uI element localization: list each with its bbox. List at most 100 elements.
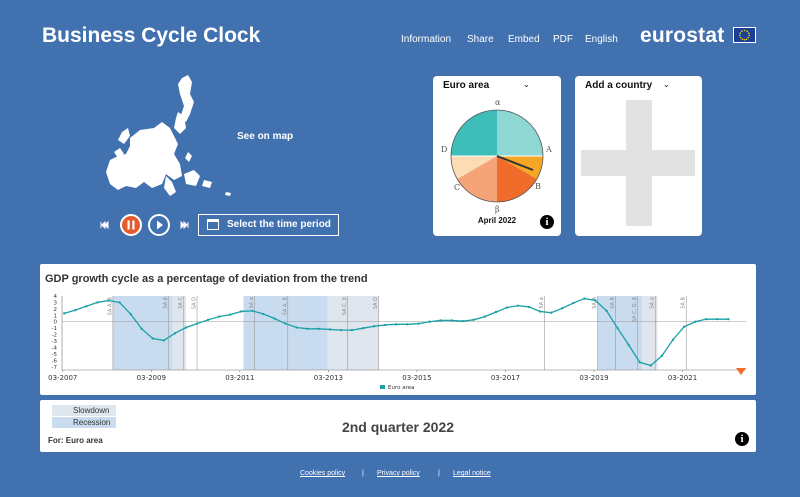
info-icon[interactable]: i bbox=[540, 215, 554, 229]
data-point bbox=[217, 315, 221, 318]
data-point bbox=[74, 308, 77, 312]
for-country-label: For: Euro area bbox=[48, 436, 103, 445]
y-tick-label: 4 bbox=[54, 294, 58, 300]
data-point bbox=[638, 361, 641, 364]
data-point bbox=[63, 312, 66, 315]
x-tick-label: 03-2011 bbox=[225, 374, 254, 382]
phase-marker-label: SA B bbox=[610, 296, 616, 308]
data-point bbox=[195, 322, 199, 325]
y-tick-label: -3 bbox=[52, 339, 58, 345]
see-on-map-link[interactable]: See on map bbox=[237, 131, 293, 142]
data-point bbox=[417, 322, 420, 325]
play-button[interactable] bbox=[148, 214, 170, 236]
nav-language[interactable]: English bbox=[585, 34, 618, 45]
x-tick-label: 03-2007 bbox=[48, 374, 77, 382]
privacy-policy-link[interactable]: Privacy policy bbox=[377, 470, 420, 477]
phase-marker-label: SA C bbox=[178, 297, 184, 309]
eu-flag-icon bbox=[733, 27, 756, 43]
legal-notice-link[interactable]: Legal notice bbox=[453, 470, 491, 477]
country-select[interactable]: Euro area bbox=[443, 80, 489, 91]
x-tick-label: 03-2015 bbox=[402, 374, 431, 382]
y-tick-label: -6 bbox=[52, 358, 58, 364]
nav-embed[interactable]: Embed bbox=[508, 34, 540, 45]
data-point bbox=[605, 309, 608, 312]
pause-button[interactable] bbox=[120, 214, 142, 236]
legend-label: Euro area bbox=[388, 385, 414, 391]
y-tick-label: -7 bbox=[52, 365, 58, 371]
time-cursor-marker bbox=[736, 368, 746, 375]
skip-back-button[interactable] bbox=[100, 214, 110, 236]
data-point bbox=[450, 319, 453, 322]
data-point bbox=[616, 326, 619, 330]
legend-swatch bbox=[380, 385, 385, 389]
data-point bbox=[251, 309, 254, 312]
data-point bbox=[494, 310, 498, 314]
phase-marker-label: SA α bbox=[650, 296, 656, 308]
phase-marker-label: SA C, β bbox=[342, 297, 348, 315]
data-point bbox=[727, 317, 730, 321]
data-point bbox=[550, 311, 553, 314]
data-point bbox=[472, 318, 475, 322]
info-icon[interactable]: i bbox=[735, 432, 749, 446]
data-point bbox=[516, 304, 520, 307]
data-point bbox=[406, 323, 409, 326]
data-point bbox=[273, 317, 276, 320]
eurostat-logo[interactable]: eurostat bbox=[640, 24, 724, 48]
cookies-policy-link[interactable]: Cookies policy bbox=[300, 470, 345, 477]
axis-label-c: C bbox=[454, 183, 460, 192]
data-point bbox=[660, 354, 664, 358]
skip-forward-button[interactable] bbox=[179, 214, 189, 236]
data-point bbox=[151, 337, 154, 340]
data-point bbox=[162, 339, 166, 342]
data-point bbox=[372, 325, 376, 328]
data-point bbox=[284, 322, 287, 325]
gdp-chart-panel: GDP growth cycle as a percentage of devi… bbox=[40, 264, 756, 395]
footer-separator: | bbox=[438, 470, 440, 477]
data-point bbox=[594, 299, 597, 302]
x-tick-label: 03-2021 bbox=[668, 374, 697, 382]
phase-marker-label: SA β bbox=[163, 297, 169, 308]
select-time-period-button[interactable]: Select the time period bbox=[198, 214, 339, 236]
phase-marker-label: SA B bbox=[681, 296, 687, 308]
data-point bbox=[96, 301, 99, 304]
europe-map-icon[interactable] bbox=[100, 72, 235, 200]
y-tick-label: -2 bbox=[52, 333, 57, 339]
data-point bbox=[716, 317, 719, 321]
axis-label-alpha: α bbox=[495, 98, 501, 107]
pause-icon bbox=[127, 220, 135, 230]
data-point bbox=[173, 332, 177, 335]
data-point bbox=[184, 326, 188, 329]
nav-pdf[interactable]: PDF bbox=[553, 34, 573, 45]
legend-slowdown: Slowdown bbox=[52, 405, 116, 416]
phase-marker-label: SA A, B bbox=[107, 296, 113, 315]
data-point bbox=[671, 338, 675, 341]
chevron-down-icon[interactable]: ⌄ bbox=[523, 80, 530, 89]
x-tick-label: 03-2013 bbox=[314, 374, 343, 382]
nav-share[interactable]: Share bbox=[467, 34, 494, 45]
data-point bbox=[129, 312, 132, 316]
chevron-down-icon[interactable]: ⌄ bbox=[663, 80, 670, 89]
data-point bbox=[118, 301, 121, 304]
cycle-clock-chart: α A B β C D bbox=[441, 98, 552, 214]
calendar-icon bbox=[207, 219, 219, 230]
legend-panel: Slowdown Recession For: Euro area 2nd qu… bbox=[40, 400, 756, 452]
data-point bbox=[317, 327, 320, 331]
data-point bbox=[328, 328, 332, 331]
data-point bbox=[682, 325, 686, 329]
data-point bbox=[428, 320, 431, 323]
add-country-card[interactable]: Add a country ⌄ bbox=[575, 76, 702, 236]
axis-label-d: D bbox=[441, 145, 447, 154]
data-point bbox=[206, 318, 210, 322]
footer-separator: | bbox=[362, 470, 364, 477]
data-point bbox=[693, 320, 697, 323]
x-tick-label: 03-2009 bbox=[137, 374, 166, 382]
y-tick-label: 1 bbox=[54, 313, 58, 319]
add-country-select[interactable]: Add a country bbox=[585, 80, 652, 91]
plus-icon-bar[interactable] bbox=[581, 150, 695, 176]
data-point bbox=[306, 327, 309, 331]
data-point bbox=[383, 323, 387, 327]
data-point bbox=[295, 326, 298, 329]
nav-information[interactable]: Information bbox=[401, 34, 451, 45]
x-tick-label: 03-2017 bbox=[491, 374, 520, 382]
y-tick-label: 3 bbox=[54, 300, 58, 306]
